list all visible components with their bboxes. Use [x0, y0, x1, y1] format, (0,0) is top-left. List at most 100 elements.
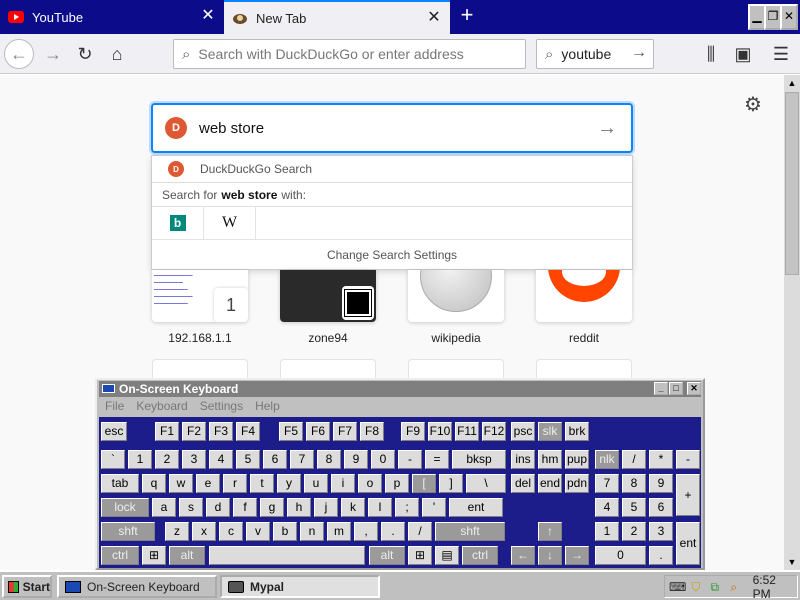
osk-key[interactable]: ctrl [462, 546, 498, 565]
top-site-tile[interactable] [536, 359, 632, 379]
osk-key[interactable]: i [331, 474, 355, 493]
osk-key[interactable]: F2 [182, 422, 206, 441]
osk-key[interactable]: c [219, 522, 243, 541]
back-button[interactable]: ← [4, 39, 34, 69]
osk-key[interactable]: r [223, 474, 247, 493]
osk-key[interactable]: 1 [595, 522, 619, 541]
osk-menu-settings[interactable]: Settings [200, 399, 243, 417]
osk-key[interactable]: ; [395, 498, 419, 517]
osk-key[interactable]: ← [511, 546, 535, 565]
osk-key[interactable]: f [233, 498, 257, 517]
osk-key[interactable]: ins [511, 450, 535, 469]
osk-menu-help[interactable]: Help [255, 399, 280, 417]
osk-key[interactable]: = [425, 450, 449, 469]
top-site-tile[interactable] [280, 359, 376, 379]
osk-key[interactable]: shft [435, 522, 505, 541]
osk-key[interactable]: brk [565, 422, 589, 441]
osk-key[interactable] [209, 546, 365, 565]
osk-key[interactable]: 6 [263, 450, 287, 469]
osk-key[interactable]: ↑ [538, 522, 562, 541]
osk-close-button[interactable]: ✕ [687, 382, 701, 395]
osk-key[interactable]: a [152, 498, 176, 517]
osk-key[interactable]: y [277, 474, 301, 493]
osk-key[interactable]: alt [369, 546, 405, 565]
osk-key[interactable]: nlk [595, 450, 619, 469]
osk-menu-file[interactable]: File [105, 399, 124, 417]
osk-key[interactable]: pdn [565, 474, 589, 493]
osk-key[interactable]: ' [422, 498, 446, 517]
osk-key[interactable]: 7 [290, 450, 314, 469]
close-tab-icon[interactable]: ✕ [426, 10, 442, 26]
osk-key[interactable]: slk [538, 422, 562, 441]
osk-key[interactable]: j [314, 498, 338, 517]
osk-key[interactable]: m [327, 522, 351, 541]
osk-key[interactable]: alt [169, 546, 205, 565]
osk-key[interactable]: u [304, 474, 328, 493]
osk-key[interactable]: 0 [595, 546, 646, 565]
osk-key[interactable]: F10 [428, 422, 452, 441]
osk-key[interactable]: 5 [622, 498, 646, 517]
sidebar-icon[interactable]: ▣ [728, 39, 758, 69]
keyboard-tray-icon[interactable]: ⌨ [669, 579, 686, 595]
top-site-label[interactable]: zone94 [280, 331, 376, 345]
osk-key[interactable]: F9 [401, 422, 425, 441]
osk-key[interactable]: ▤ [435, 546, 459, 565]
osk-key[interactable]: hm [538, 450, 562, 469]
osk-key[interactable]: → [565, 546, 589, 565]
osk-key[interactable]: 9 [649, 474, 673, 493]
osk-key[interactable]: end [538, 474, 562, 493]
search-icon[interactable]: ⌕ [726, 579, 742, 595]
osk-key[interactable]: 3 [649, 522, 673, 541]
tab-new-tab[interactable]: New Tab ✕ [224, 0, 450, 34]
osk-key[interactable]: b [273, 522, 297, 541]
suggestion-duckduckgo[interactable]: D DuckDuckGo Search [152, 156, 632, 183]
osk-key[interactable]: F1 [155, 422, 179, 441]
osk-key[interactable]: bksp [452, 450, 506, 469]
osk-key[interactable]: k [341, 498, 365, 517]
osk-key[interactable]: l [368, 498, 392, 517]
osk-key[interactable]: esc [101, 422, 127, 441]
new-tab-button[interactable]: + [456, 4, 478, 28]
page-scrollbar[interactable]: ▲ ▼ [784, 75, 800, 570]
taskbar-item-mypal[interactable]: Mypal [220, 575, 380, 598]
bing-icon[interactable]: b [152, 206, 204, 240]
osk-key[interactable]: . [649, 546, 673, 565]
osk-key[interactable]: o [358, 474, 382, 493]
osk-key[interactable]: s [179, 498, 203, 517]
reload-button[interactable]: ↻ [70, 39, 100, 69]
osk-key[interactable]: ⊞ [408, 546, 432, 565]
osk-key[interactable]: z [165, 522, 189, 541]
newtab-search-input[interactable]: D web store → [151, 103, 633, 153]
osk-key[interactable]: tab [101, 474, 139, 493]
osk-key[interactable]: ] [439, 474, 463, 493]
osk-key[interactable]: 1 [128, 450, 152, 469]
osk-key[interactable]: x [192, 522, 216, 541]
osk-maximize-button[interactable]: □ [669, 382, 683, 395]
close-window-button[interactable]: ✕ [780, 4, 798, 30]
osk-key[interactable]: lock [101, 498, 149, 517]
osk-minimize-button[interactable]: _ [654, 382, 668, 395]
go-arrow-icon[interactable]: → [631, 44, 647, 62]
scroll-up-arrow-icon[interactable]: ▲ [784, 75, 800, 91]
top-site-tile[interactable] [152, 359, 248, 379]
osk-key[interactable]: / [622, 450, 646, 469]
osk-key[interactable]: 5 [236, 450, 260, 469]
home-button[interactable]: ⌂ [102, 39, 132, 69]
osk-key[interactable]: ` [101, 450, 125, 469]
osk-key[interactable]: ⊞ [142, 546, 166, 565]
osk-key[interactable]: 4 [595, 498, 619, 517]
osk-key[interactable]: q [142, 474, 166, 493]
osk-key[interactable]: v [246, 522, 270, 541]
osk-key[interactable]: ent [449, 498, 503, 517]
forward-button[interactable]: → [38, 39, 68, 69]
osk-key[interactable]: + [676, 474, 700, 516]
osk-key[interactable]: . [381, 522, 405, 541]
osk-key[interactable]: n [300, 522, 324, 541]
library-icon[interactable]: ⫼ [696, 39, 726, 69]
osk-key[interactable]: 7 [595, 474, 619, 493]
top-site-label[interactable]: reddit [536, 331, 632, 345]
osk-key[interactable]: d [206, 498, 230, 517]
osk-key[interactable]: F12 [482, 422, 506, 441]
osk-title-bar[interactable]: On-Screen Keyboard _ □ ✕ [99, 381, 701, 397]
osk-key[interactable]: psc [511, 422, 535, 441]
